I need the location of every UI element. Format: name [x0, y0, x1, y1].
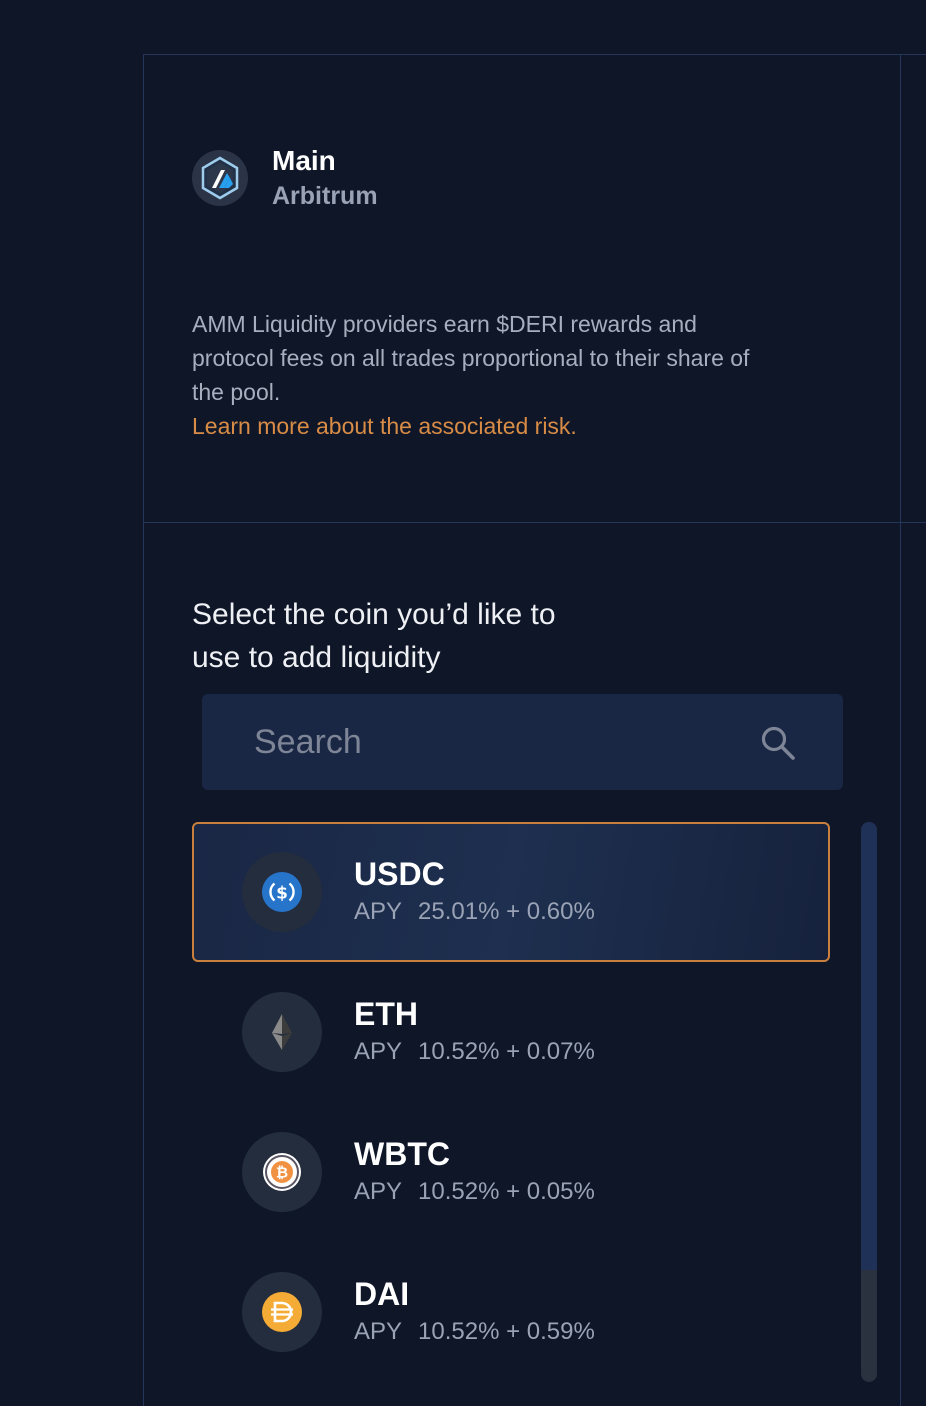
svg-text:₿: ₿ [276, 1164, 288, 1182]
coin-item-usdc[interactable]: $ USDC APY 25.01% + 0.60% [192, 822, 830, 962]
apy-label: APY [354, 1318, 403, 1345]
select-coin-title: Select the coin you’d like to use to add… [192, 598, 556, 674]
coin-list-scrollbar[interactable] [861, 822, 877, 1382]
coin-apy: APY 10.52% + 0.05% [354, 1175, 595, 1209]
apy-value: 10.52% + 0.05% [418, 1178, 595, 1205]
coin-symbol: DAI [354, 1276, 410, 1312]
coin-search-input[interactable] [254, 722, 734, 762]
pool-header: Main Arbitrum [192, 143, 378, 213]
coin-symbol: WBTC [354, 1136, 450, 1172]
apy-label: APY [354, 1178, 403, 1205]
adjacent-panel-edge [900, 54, 926, 1406]
pool-name: Main [272, 145, 336, 176]
apy-label: APY [354, 898, 403, 925]
section-divider [144, 522, 926, 523]
coin-item-wbtc[interactable]: ₿ WBTC APY 10.52% + 0.05% [192, 1102, 830, 1242]
svg-text:$: $ [276, 884, 288, 904]
apy-value: 10.52% + 0.59% [418, 1318, 595, 1345]
add-liquidity-panel: Main Arbitrum AMM Liquidity providers ea… [143, 54, 926, 1406]
apy-value: 25.01% + 0.60% [418, 898, 595, 925]
usdc-icon: $ [242, 852, 322, 932]
coin-symbol: ETH [354, 996, 418, 1032]
arbitrum-logo-icon [192, 150, 248, 206]
coin-apy: APY 25.01% + 0.60% [354, 895, 595, 929]
wbtc-icon: ₿ [242, 1132, 322, 1212]
scrollbar-thumb[interactable] [861, 822, 877, 1270]
learn-more-risk-link[interactable]: Learn more about the associated risk. [192, 409, 577, 443]
coin-item-dai[interactable]: DAI APY 10.52% + 0.59% [192, 1242, 830, 1382]
coin-list: $ USDC APY 25.01% + 0.60% ETH APY 10.52%… [192, 822, 832, 1382]
coin-item-eth[interactable]: ETH APY 10.52% + 0.07% [192, 962, 830, 1102]
apy-value: 10.52% + 0.07% [418, 1038, 595, 1065]
apy-label: APY [354, 1038, 403, 1065]
eth-icon [242, 992, 322, 1072]
dai-icon [242, 1272, 322, 1352]
coin-apy: APY 10.52% + 0.07% [354, 1035, 595, 1069]
pool-chain: Arbitrum [272, 182, 378, 210]
search-icon[interactable] [759, 724, 797, 762]
pool-description: AMM Liquidity providers earn $DERI rewar… [192, 311, 750, 405]
coin-apy: APY 10.52% + 0.59% [354, 1315, 595, 1349]
coin-symbol: USDC [354, 856, 445, 892]
coin-search-box [202, 694, 843, 790]
